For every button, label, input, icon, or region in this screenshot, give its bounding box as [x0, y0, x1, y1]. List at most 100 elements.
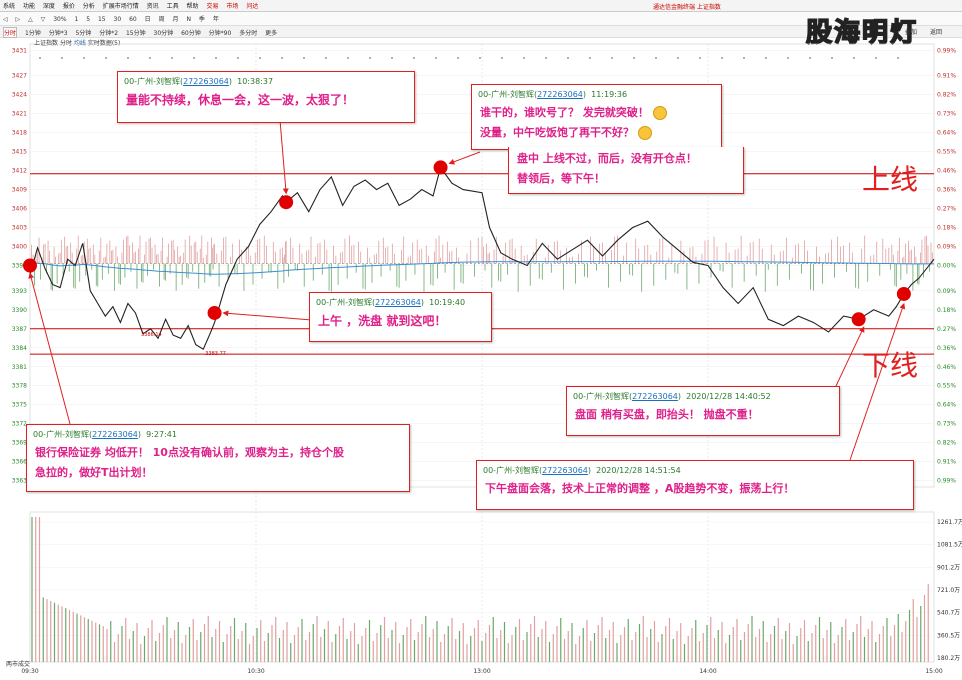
- annotation-1119: 00-广州-刘智辉(272263064) 11:19:36 谁干的，谁吹号了？ …: [471, 84, 722, 150]
- y-tick-label: 3369: [12, 440, 27, 447]
- pct-tick-label: 0.18%: [937, 225, 956, 232]
- volume-tick-label: 540.7万: [937, 610, 960, 617]
- signal-dot: [413, 57, 415, 59]
- pct-tick-label: 0.27%: [937, 326, 956, 333]
- annotation-text: 盘中 上线不过，而后，没有开仓点！: [517, 152, 697, 165]
- annotation-qq[interactable]: 272263064: [542, 466, 588, 475]
- y-tick-label: 3384: [12, 345, 27, 352]
- y-tick-label: 3412: [12, 168, 27, 175]
- annotation-arrow: [28, 272, 71, 425]
- annotation-time: 9:27:41: [146, 430, 177, 439]
- annotation-time: 2020/12/28 14:40:52: [686, 392, 771, 401]
- y-tick-label: 3409: [12, 187, 27, 194]
- signal-dot: [39, 57, 41, 59]
- annotation-marker: [207, 305, 222, 320]
- signal-dot: [303, 57, 305, 59]
- pct-tick-label: 0.46%: [937, 364, 956, 371]
- grin-emoji-icon: [638, 126, 652, 140]
- annotation-text: 急拉的，做好T出计划！: [35, 466, 153, 479]
- annotation-marker: [23, 258, 37, 273]
- signal-dot: [391, 57, 393, 59]
- annotation-qq[interactable]: 272263064: [183, 77, 229, 86]
- annotation-qq[interactable]: 272263064: [92, 430, 138, 439]
- signal-dot: [325, 57, 327, 59]
- annotation-user: 00-广州-刘智辉: [478, 90, 534, 99]
- pct-tick-label: 0.36%: [937, 187, 956, 194]
- signal-dot: [281, 57, 283, 59]
- y-tick-label: 3403: [12, 225, 27, 232]
- annotation-qq[interactable]: 272263064: [375, 298, 421, 307]
- annotation-user: 00-广州-刘智辉: [483, 466, 539, 475]
- laugh-emoji-icon: [652, 106, 667, 120]
- signal-dot: [127, 57, 129, 59]
- pct-tick-label: 0.09%: [937, 244, 956, 251]
- signal-dot: [765, 57, 767, 59]
- annotation-marker: [279, 195, 294, 210]
- x-tick-label: 13:00: [473, 668, 490, 675]
- annotation-1019: 00-广州-刘智辉(272263064) 10:19:40 上午 ，洗盘 就到这…: [309, 292, 492, 342]
- annotation-marker: [851, 312, 866, 327]
- annotation-text: 上午 ，洗盘 就到这吧！: [318, 314, 447, 328]
- x-tick-label: 15:00: [925, 668, 942, 675]
- annotation-user: 00-广州-刘智辉: [33, 430, 89, 439]
- signal-dot: [897, 57, 899, 59]
- return-button: 返回: [930, 29, 942, 36]
- volume-tick-label: 180.2万: [937, 655, 960, 662]
- annotation-text: 盘面 稍有买盘，即抬头！ 抛盘不重！: [575, 408, 759, 421]
- y-tick-label: 3363: [12, 478, 27, 485]
- y-tick-label: 3390: [12, 307, 27, 314]
- y-tick-label: 3427: [12, 73, 27, 80]
- y-tick-label: 3366: [12, 459, 27, 466]
- annotation-text: 替领后，等下午！: [517, 172, 605, 185]
- lower-line-label: 下线: [862, 349, 919, 382]
- annotation-text: 谁干的，谁吹号了？ 发完就突破！: [480, 106, 649, 119]
- signal-dot: [787, 57, 789, 59]
- annotation-1119-continued: 盘中 上线不过，而后，没有开仓点！ 替领后，等下午！: [508, 147, 744, 194]
- signal-dot: [435, 57, 437, 59]
- annotation-marker: [896, 286, 911, 301]
- y-tick-label: 3415: [12, 149, 27, 156]
- annotation-arrow: [279, 119, 289, 195]
- signal-dot: [237, 57, 239, 59]
- volume-label: 两市成交: [6, 660, 30, 668]
- pct-tick-label: 0.91%: [937, 73, 956, 80]
- y-tick-label: 3421: [12, 111, 27, 118]
- y-tick-label: 3406: [12, 206, 27, 213]
- pct-tick-label: 0.00%: [937, 263, 956, 270]
- annotation-text: 下午盘面会落，技术上正常的调整 ，A股趋势不变，振荡上行！: [485, 482, 795, 495]
- signal-dot: [347, 57, 349, 59]
- pct-tick-label: 0.99%: [937, 47, 956, 54]
- signal-dot: [875, 57, 877, 59]
- pct-tick-label: 0.64%: [937, 130, 956, 137]
- pct-tick-label: 0.64%: [937, 402, 956, 409]
- annotation-0927: 00-广州-刘智辉(272263064) 9:27:41 银行保险证券 均低开！…: [26, 424, 410, 492]
- annotation-user: 00-广州-刘智辉: [124, 77, 180, 86]
- signal-dot: [149, 57, 151, 59]
- y-tick-label: 3372: [12, 421, 27, 428]
- annotation-1440: 00-广州-刘智辉(272263064) 2020/12/28 14:40:52…: [566, 386, 840, 436]
- pct-tick-label: 0.55%: [937, 383, 956, 390]
- signal-dot: [215, 57, 217, 59]
- signal-dot: [699, 57, 701, 59]
- overlay-button: 叠加: [905, 28, 917, 36]
- signal-dot: [721, 57, 723, 59]
- annotation-qq[interactable]: 272263064: [537, 90, 583, 99]
- signal-dot: [677, 57, 679, 59]
- annotation-user: 00-广州-刘智辉: [316, 298, 372, 307]
- low-price-label: 3383.77: [205, 351, 226, 357]
- y-tick-label: 3387: [12, 326, 27, 333]
- y-tick-label: 3375: [12, 402, 27, 409]
- signal-dot: [567, 57, 569, 59]
- signal-dot: [61, 57, 63, 59]
- y-tick-label: 3431: [12, 47, 27, 54]
- y-tick-label: 3418: [12, 130, 27, 137]
- annotation-qq[interactable]: 272263064: [632, 392, 678, 401]
- y-tick-label: 3400: [12, 244, 27, 251]
- pct-tick-label: 0.55%: [937, 149, 956, 156]
- signal-dot: [809, 57, 811, 59]
- annotation-time: 2020/12/28 14:51:54: [596, 466, 681, 475]
- low-marker-label: 3386.14: [141, 332, 162, 338]
- signal-dot: [193, 57, 195, 59]
- pct-tick-label: 0.36%: [937, 345, 956, 352]
- signal-dot: [83, 57, 85, 59]
